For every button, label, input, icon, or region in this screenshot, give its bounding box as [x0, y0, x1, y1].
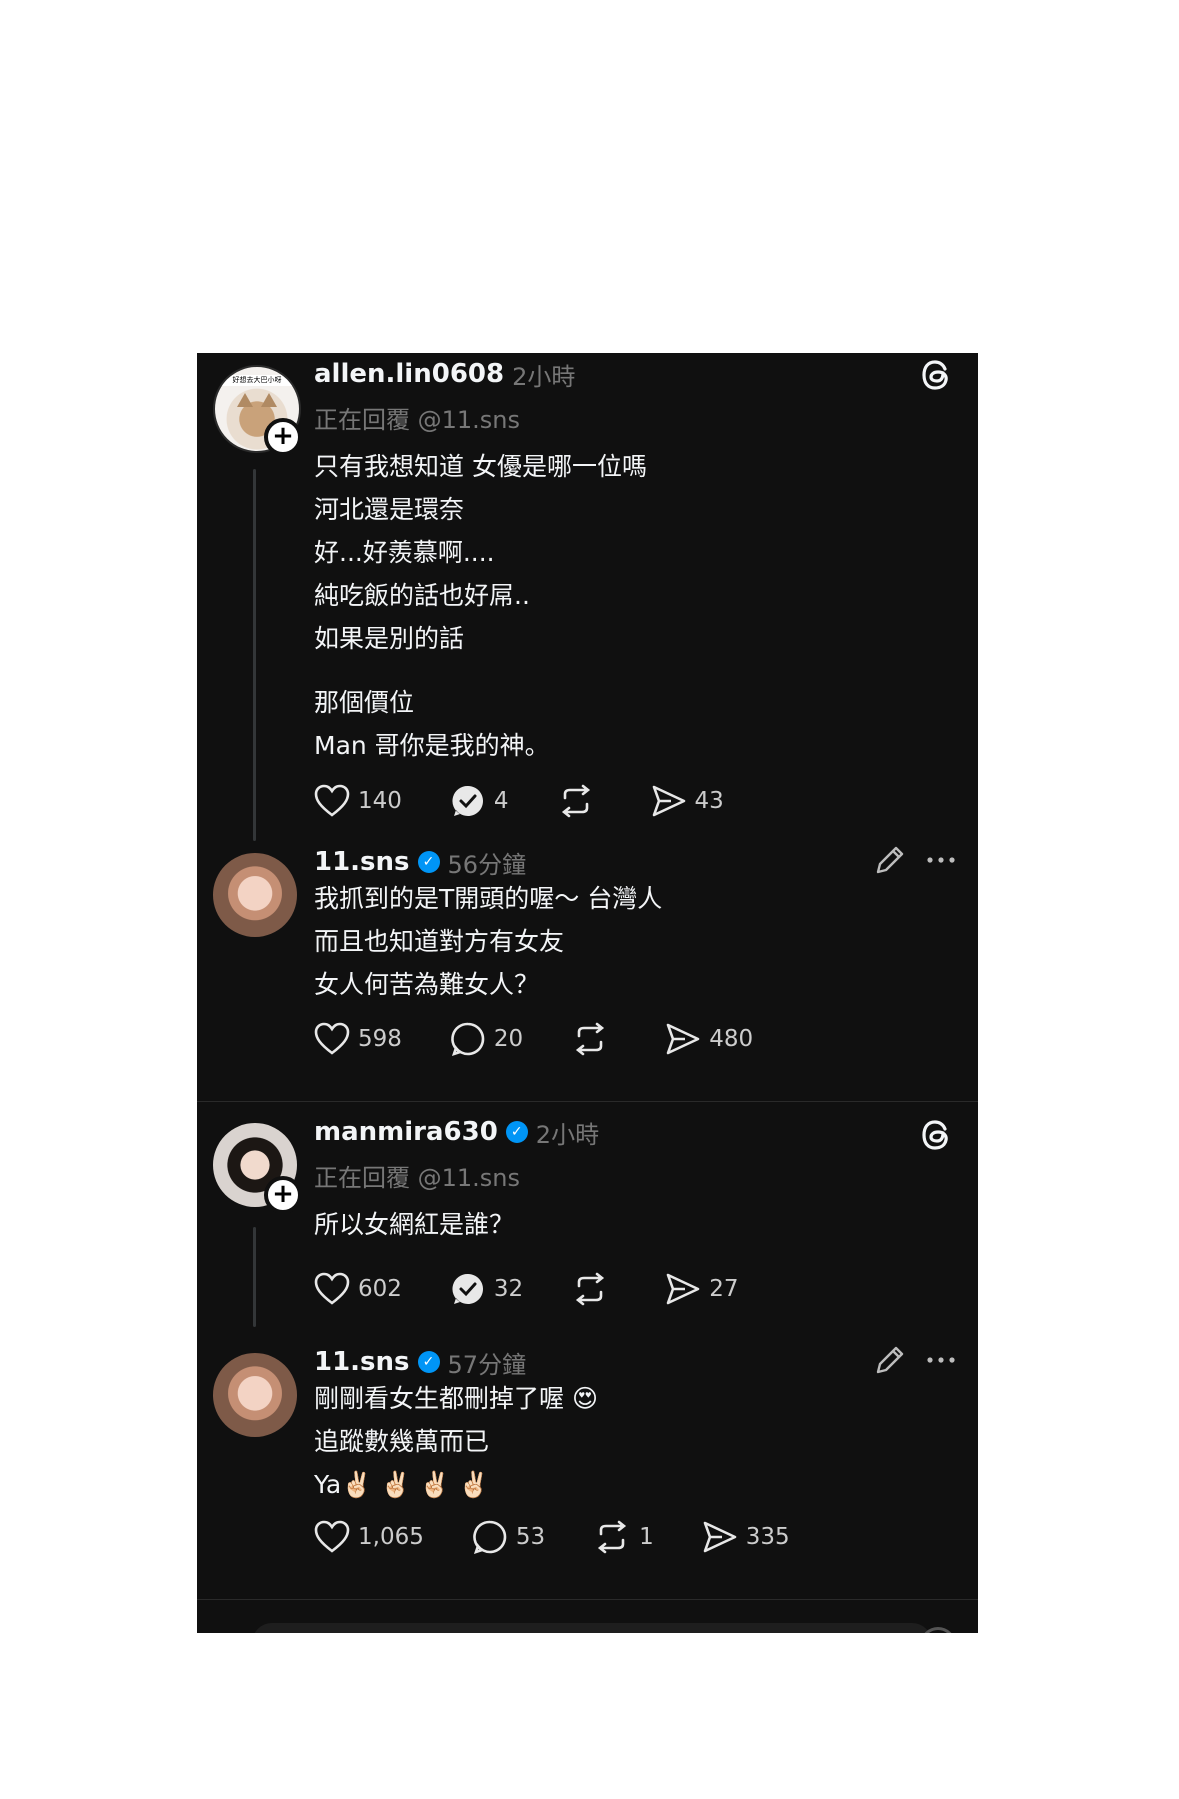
cat-ear — [261, 393, 277, 407]
thread-line — [253, 469, 256, 841]
verified-badge-icon: ✓ — [505, 1121, 528, 1143]
share-button[interactable]: 43 — [651, 784, 724, 818]
reply-count: 32 — [493, 1276, 524, 1302]
share-count: 335 — [745, 1524, 790, 1550]
replying-to: 正在回覆 @11.sns — [314, 1164, 521, 1192]
username[interactable]: 11.sns — [314, 847, 410, 877]
post-header: 11.sns ✓ 56分鐘 — [314, 845, 526, 879]
post-header: allen.lin0608 2小時 — [314, 357, 575, 391]
follow-plus-icon[interactable]: + — [264, 418, 302, 456]
timestamp: 56分鐘 — [447, 850, 527, 879]
avatar[interactable] — [213, 853, 297, 937]
post-header: 11.sns ✓ 57分鐘 — [314, 1345, 526, 1379]
username[interactable]: 11.sns — [314, 1347, 410, 1377]
verified-badge-icon: ✓ — [417, 851, 440, 873]
comment-icon — [473, 1520, 507, 1555]
timestamp: 2小時 — [535, 1120, 600, 1149]
like-button[interactable]: 1,065 — [314, 1520, 424, 1554]
divider — [197, 1101, 978, 1102]
like-count: 140 — [358, 788, 402, 814]
share-button[interactable]: 335 — [702, 1520, 790, 1554]
action-bar: 1,065 53 1 335 — [314, 1517, 838, 1557]
reply-composer[interactable] — [252, 1623, 932, 1633]
reply-button[interactable]: 32 — [450, 1271, 523, 1307]
follow-plus-icon[interactable]: + — [264, 1176, 302, 1214]
threads-screen: 好想去大巴小呀 + allen.lin0608 2小時 正在回覆 @11.sns… — [197, 353, 978, 1633]
repost-icon — [598, 1520, 627, 1554]
post-text: 剛剛看女生都刪掉了喔 😍 追蹤數幾萬而已 Ya✌🏻 ✌🏻 ✌🏻 ✌🏻 — [314, 1384, 599, 1499]
timestamp: 57分鐘 — [447, 1350, 527, 1379]
reply-count: 4 — [493, 788, 509, 814]
reply-button[interactable]: 53 — [472, 1519, 545, 1555]
verified-badge-icon: ✓ — [417, 1351, 440, 1373]
post-text: 那個價位 Man 哥你是我的神。 — [314, 688, 550, 760]
username[interactable]: manmira630 — [314, 1117, 498, 1147]
send-icon — [703, 1521, 737, 1553]
pencil-icon[interactable] — [873, 1343, 907, 1377]
heart-icon — [314, 1272, 350, 1305]
comment-icon — [451, 1022, 485, 1057]
repost-button[interactable] — [571, 1271, 617, 1307]
reply-button[interactable]: 20 — [450, 1021, 523, 1057]
threads-logo-icon[interactable] — [916, 355, 956, 395]
reply-count: 53 — [515, 1524, 546, 1550]
send-icon — [652, 785, 685, 817]
share-count: 480 — [709, 1026, 754, 1052]
post-header: manmira630 ✓ 2小時 — [314, 1115, 599, 1149]
action-bar: 598 20 480 — [314, 1019, 801, 1059]
heart-icon — [314, 1520, 350, 1553]
repost-button[interactable] — [571, 1021, 617, 1057]
post-text: 我抓到的是T開頭的喔～ 台灣人 而且也知道對方有女友 女人何苦為難女人？ — [314, 884, 663, 999]
share-count: 27 — [709, 1276, 739, 1302]
send-icon — [666, 1023, 700, 1055]
reply-button[interactable]: 4 — [450, 783, 509, 819]
repost-count: 1 — [639, 1524, 654, 1550]
share-count: 43 — [694, 788, 724, 814]
repost-button[interactable] — [557, 783, 603, 819]
repost-button[interactable]: 1 — [593, 1519, 654, 1555]
repost-icon — [576, 1272, 605, 1306]
reply-count: 20 — [493, 1026, 524, 1052]
replying-to: 正在回覆 @11.sns — [314, 406, 521, 434]
avatar[interactable] — [213, 1353, 297, 1437]
like-button[interactable]: 598 — [314, 1022, 402, 1056]
like-count: 598 — [358, 1026, 402, 1052]
divider — [197, 1599, 978, 1600]
timestamp: 2小時 — [512, 362, 576, 391]
cat-ear — [237, 393, 253, 407]
post-text: 所以女網紅是誰？ — [314, 1210, 515, 1239]
like-button[interactable]: 602 — [314, 1272, 402, 1306]
comment-check-icon — [452, 785, 483, 816]
action-bar: 140 4 43 — [314, 781, 772, 821]
more-icon[interactable] — [924, 843, 958, 877]
avatar-caption: 好想去大巴小呀 — [221, 375, 293, 386]
repost-icon — [561, 784, 590, 818]
like-button[interactable]: 140 — [314, 784, 402, 818]
share-button[interactable]: 27 — [665, 1272, 738, 1306]
username[interactable]: allen.lin0608 — [314, 359, 504, 389]
share-button[interactable]: 480 — [665, 1022, 753, 1056]
threads-logo-icon[interactable] — [916, 1115, 956, 1155]
heart-icon — [314, 784, 350, 817]
send-icon — [666, 1273, 700, 1305]
comment-check-icon — [452, 1273, 483, 1304]
pencil-icon[interactable] — [873, 843, 907, 877]
action-bar: 602 32 27 — [314, 1269, 786, 1309]
thread-line — [253, 1227, 256, 1327]
post-text: 只有我想知道 女優是哪一位嗎 河北還是環奈 好...好羨慕啊.... 純吃飯的話… — [314, 452, 647, 653]
repost-icon — [576, 1022, 605, 1056]
heart-icon — [314, 1022, 350, 1055]
like-count: 1,065 — [358, 1524, 424, 1550]
more-icon[interactable] — [924, 1343, 958, 1377]
like-count: 602 — [358, 1276, 402, 1302]
